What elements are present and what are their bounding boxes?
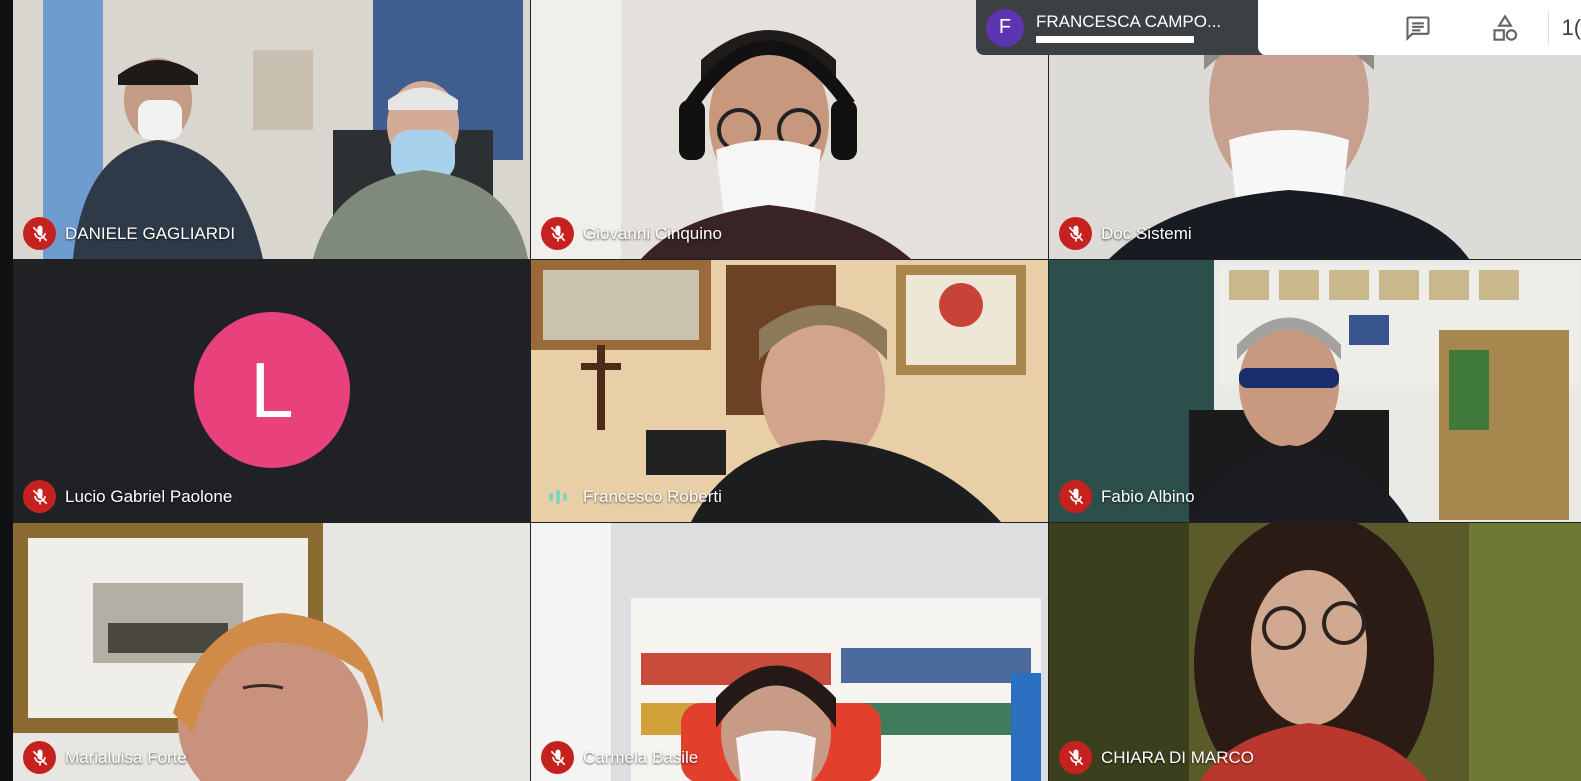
participant-tile[interactable]: Francesco Roberti xyxy=(531,260,1048,522)
participant-label: Giovanni Cinquino xyxy=(541,217,722,250)
chat-icon xyxy=(1406,15,1430,41)
clock-readout: 1( xyxy=(1561,14,1581,40)
participant-grid: DANIELE GAGLIARDI Giovanni Cinquino Doc … xyxy=(13,0,1581,781)
participant-name: Doc Sistemi xyxy=(1101,223,1192,243)
left-edge-strip xyxy=(0,0,13,781)
participant-name: Carmela Basile xyxy=(583,747,699,767)
participant-label: Carmela Basile xyxy=(541,741,698,774)
participant-label: Marialuisa Forte xyxy=(23,741,187,774)
presenter-name: FRANCESCA CAMPO... xyxy=(1036,12,1222,31)
participant-label: Fabio Albino xyxy=(1059,480,1195,513)
mic-off-icon xyxy=(23,217,56,250)
presenter-chip[interactable]: F FRANCESCA CAMPO... xyxy=(976,0,1262,55)
participant-name: Giovanni Cinquino xyxy=(583,223,722,243)
mic-off-icon xyxy=(23,480,56,513)
shapes-icon xyxy=(1493,13,1518,41)
avatar: L xyxy=(194,312,350,468)
toolbar-blank-slot xyxy=(1288,8,1375,48)
mic-off-icon xyxy=(23,741,56,774)
activities-button[interactable] xyxy=(1462,8,1549,48)
participant-name: Francesco Roberti xyxy=(583,486,722,506)
participant-label: CHIARA DI MARCO xyxy=(1059,741,1254,774)
participant-label: Lucio Gabriel Paolone xyxy=(23,480,232,513)
participant-name: Marialuisa Forte xyxy=(65,747,187,767)
speaking-indicator-icon xyxy=(541,480,574,513)
mic-off-icon xyxy=(1059,741,1092,774)
participant-label: DANIELE GAGLIARDI xyxy=(23,217,235,250)
mic-off-icon xyxy=(1059,480,1092,513)
presenter-text: FRANCESCA CAMPO... xyxy=(1036,12,1221,43)
participant-label: Francesco Roberti xyxy=(541,480,722,513)
participant-tile[interactable]: DANIELE GAGLIARDI xyxy=(13,0,530,259)
participant-tile[interactable]: Carmela Basile xyxy=(531,523,1048,781)
participant-tile[interactable]: L Lucio Gabriel Paolone xyxy=(13,260,530,522)
redaction-bar xyxy=(1036,36,1194,43)
top-toolbar: 1( xyxy=(1258,0,1581,55)
chat-button[interactable] xyxy=(1375,8,1462,48)
mic-off-icon xyxy=(1059,217,1092,250)
participant-name: Fabio Albino xyxy=(1101,486,1195,506)
participant-tile[interactable]: Fabio Albino xyxy=(1049,260,1581,522)
participant-tile[interactable]: Giovanni Cinquino xyxy=(531,0,1048,259)
mic-off-icon xyxy=(541,741,574,774)
participant-label: Doc Sistemi xyxy=(1059,217,1192,250)
mic-off-icon xyxy=(541,217,574,250)
presenter-avatar: F xyxy=(986,8,1024,47)
participant-name: CHIARA DI MARCO xyxy=(1101,747,1255,767)
participant-tile[interactable]: CHIARA DI MARCO xyxy=(1049,523,1581,781)
participant-tile[interactable]: Marialuisa Forte xyxy=(13,523,530,781)
participant-name: DANIELE GAGLIARDI xyxy=(65,223,236,243)
meeting-stage: DANIELE GAGLIARDI Giovanni Cinquino Doc … xyxy=(0,0,1581,781)
participant-name: Lucio Gabriel Paolone xyxy=(65,486,233,506)
